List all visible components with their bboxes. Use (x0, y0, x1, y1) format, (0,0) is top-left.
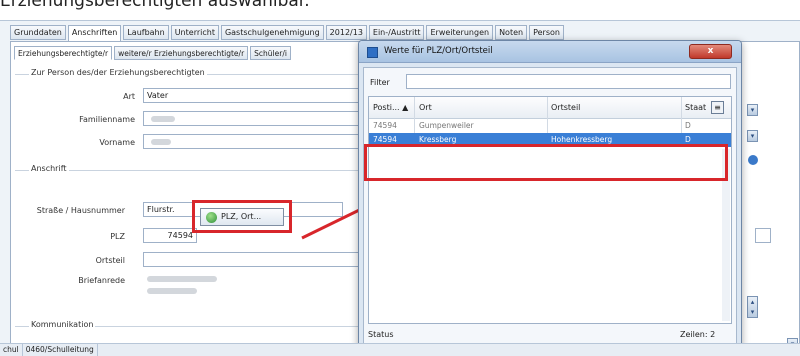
status-item: chul (0, 344, 23, 356)
status-bar: chul 0460/Schulleitung (0, 343, 800, 356)
column-header-postleitzahl[interactable]: Posti... ▲ (373, 103, 408, 112)
status-item: 0460/Schulleitung (23, 344, 98, 356)
dialog-body: Filter Posti... ▲ Ort Ortsteil Staat ≡ 7… (363, 67, 737, 347)
dialog-title: Werte für PLZ/Ort/Ortsteil (384, 46, 493, 56)
dialog-status: Status (368, 330, 394, 339)
row-count: Zeilen: 2 (680, 330, 716, 339)
dialog-title-bar: Werte für PLZ/Ort/Ortsteil x (359, 41, 741, 63)
results-grid: Posti... ▲ Ort Ortsteil Staat ≡ 74594 Gu… (368, 96, 732, 324)
close-button[interactable]: x (689, 44, 732, 59)
plz-dialog: Werte für PLZ/Ort/Ortsteil x Filter Post… (358, 40, 742, 350)
highlight-selected-row (364, 144, 728, 181)
column-chooser-icon[interactable]: ≡ (711, 101, 724, 114)
column-header-ort[interactable]: Ort (419, 103, 432, 112)
column-header-staat[interactable]: Staat (685, 103, 706, 112)
cell-plz: 74594 (373, 121, 397, 130)
grid-header: Posti... ▲ Ort Ortsteil Staat ≡ (369, 97, 731, 119)
table-row[interactable]: 74594 Gumpenweiler D (369, 120, 731, 132)
cell-staat: D (685, 121, 691, 130)
column-header-ortsteil[interactable]: Ortsteil (551, 103, 580, 112)
filter-input[interactable] (406, 74, 731, 89)
cell-ort: Gumpenweiler (419, 121, 474, 130)
filter-label: Filter (370, 78, 390, 87)
window-icon (367, 47, 378, 58)
